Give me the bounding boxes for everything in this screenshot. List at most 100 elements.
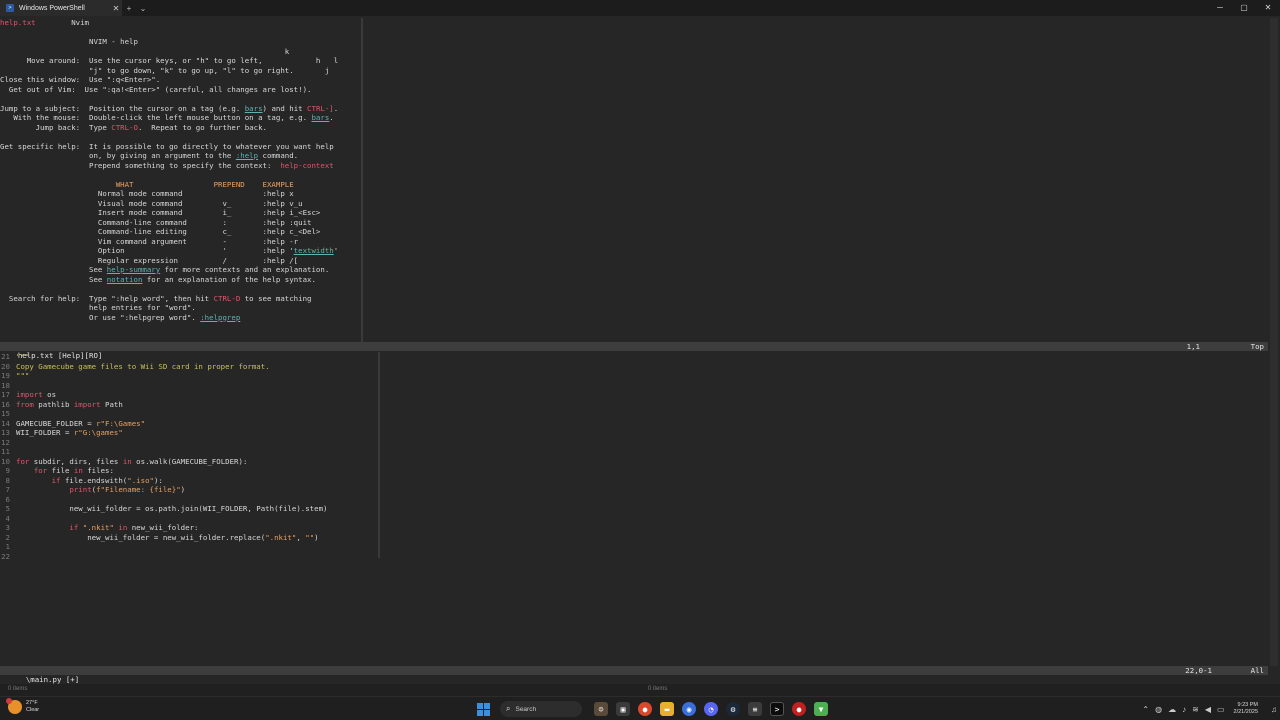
help-line: help.txt Nvim [0, 18, 362, 28]
code-token: in [118, 523, 128, 532]
code-line[interactable]: 13 WII_FOLDER = r"G:\games" [0, 428, 380, 438]
help-text: Jump to a subject: Position the cursor o… [0, 103, 245, 113]
code-line[interactable]: 8 if file.endswith(".iso"): [0, 476, 380, 486]
help-tag-link[interactable]: :helpgrep [200, 313, 240, 322]
code-token: files: [82, 466, 114, 475]
chrome-icon[interactable]: ◉ [682, 702, 696, 716]
battery-icon[interactable]: ▭ [1217, 705, 1225, 714]
code-line[interactable]: 21 """ [0, 352, 380, 362]
code-line[interactable]: 17 import os [0, 390, 380, 400]
weather-widget[interactable]: 27°F Clear [6, 698, 39, 714]
windows-start-icon[interactable] [477, 702, 490, 716]
taskbar-search[interactable]: ⌕ Search [500, 701, 582, 717]
terminal-area[interactable]: help.txt Nvim NVIM - help k Move around:… [0, 16, 1280, 684]
help-text: CTRL-O [111, 122, 138, 132]
help-line: Regular expression / :help /[ [0, 256, 362, 266]
help-tag-link[interactable]: :help [236, 151, 258, 160]
help-statusline: help.txt [Help][RO] 1,1 Top [0, 342, 1268, 360]
code-line[interactable]: 20 Copy Gamecube game files to Wii SD car… [0, 362, 380, 372]
file-explorer-icon[interactable]: ▬ [660, 702, 674, 716]
cloud-icon[interactable]: ☁ [1168, 705, 1176, 714]
minimize-button[interactable]: ─ [1208, 0, 1232, 16]
network-icon[interactable]: ◍ [1155, 705, 1162, 714]
help-text: on, by giving an argument to the [0, 151, 236, 160]
firefox-icon[interactable]: ● [638, 702, 652, 716]
code-line[interactable]: 7 print(f"Filename: {file}") [0, 485, 380, 495]
code-line[interactable]: 15 [0, 409, 380, 419]
code-token: subdir, dirs, files [29, 456, 123, 466]
help-tag-link[interactable]: help-summary [107, 265, 160, 274]
help-tag-link[interactable]: textwidth [294, 246, 334, 255]
help-line: k [0, 47, 362, 57]
steam-icon[interactable]: ⚙ [726, 702, 740, 716]
help-status-scroll: Top [1250, 342, 1264, 351]
help-line: Get out of Vim: Use ":qa!<Enter>" (caref… [0, 85, 362, 95]
code-line[interactable]: 9 for file in files: [0, 466, 380, 476]
recording-app-icon[interactable]: ● [792, 702, 806, 716]
task-view-icon[interactable]: ▣ [616, 702, 630, 716]
code-token: GAMECUBE_FOLDER = [16, 418, 97, 428]
help-status-position: 1,1 [1186, 342, 1200, 351]
code-line[interactable]: 19 """ [0, 371, 380, 381]
code-line[interactable]: 22 [0, 552, 380, 562]
code-token: ): [153, 475, 163, 485]
close-button[interactable]: ✕ [1256, 0, 1280, 16]
code-token: ) [180, 485, 186, 494]
notification-badge [6, 698, 12, 704]
vertical-split-divider[interactable] [361, 18, 363, 342]
help-text: Or use ":helpgrep word". [0, 312, 201, 322]
tab-dropdown-icon[interactable]: ⌄ [136, 4, 150, 13]
terminal-scrollbar[interactable] [1270, 18, 1278, 666]
help-pane[interactable]: help.txt Nvim NVIM - help k Move around:… [0, 18, 362, 342]
shopping-bag-icon[interactable]: ▼ [814, 702, 828, 716]
code-line[interactable]: 12 [0, 438, 380, 448]
help-text: help-context [280, 160, 334, 170]
notification-bell-icon[interactable]: ♫ [1271, 705, 1277, 714]
chevron-up-icon[interactable]: ⌃ [1142, 705, 1149, 714]
code-token: in [73, 466, 83, 475]
line-number: 7 [5, 485, 10, 494]
code-line[interactable]: 16 from pathlib import Path [0, 400, 380, 410]
code-line[interactable]: 1 [0, 542, 380, 552]
code-line[interactable]: 2 new_wii_folder = new_wii_folder.replac… [0, 533, 380, 543]
line-number: 14 [1, 418, 10, 428]
help-line: Jump to a subject: Position the cursor o… [0, 104, 362, 114]
search-icon: ⌕ [506, 704, 511, 713]
code-line[interactable]: 5 new_wii_folder = os.path.join(WII_FOLD… [0, 504, 380, 514]
code-line[interactable]: 4 [0, 514, 380, 524]
microphone-icon[interactable]: ♪ [1182, 705, 1186, 714]
help-text: ' [333, 246, 339, 255]
help-line: With the mouse: Double-click the left mo… [0, 113, 362, 123]
help-line [0, 322, 362, 332]
help-line: Visual mode command v_ :help v_u [0, 199, 362, 209]
help-line: "j" to go down, "k" to go up, "l" to go … [0, 66, 362, 76]
new-tab-button[interactable]: + [122, 4, 136, 13]
vertical-split-divider-bottom[interactable] [378, 352, 380, 558]
code-line[interactable]: 14 GAMECUBE_FOLDER = r"F:\Games" [0, 419, 380, 429]
help-line: Get specific help: It is possible to go … [0, 142, 362, 152]
tab-close-icon[interactable]: ✕ [110, 4, 122, 13]
code-editor-pane[interactable]: 21 """ 20 Copy Gamecube game files to Wii S… [0, 352, 380, 562]
help-tag-link[interactable]: bars [245, 104, 263, 113]
code-line[interactable]: 10 for subdir, dirs, files in os.walk(GAM… [0, 457, 380, 467]
help-line: Move around: Use the cursor keys, or "h"… [0, 56, 362, 66]
maximize-button[interactable]: ▢ [1232, 0, 1256, 16]
help-text: . Repeat to go further back. [137, 122, 267, 132]
code-line[interactable]: 11 [0, 447, 380, 457]
help-tag-link[interactable]: notation [107, 275, 143, 284]
code-line[interactable]: 3 if ".nkit" in new_wii_folder: [0, 523, 380, 533]
help-text: Jump back: Type [0, 122, 112, 132]
line-number: 19 [1, 371, 10, 380]
volume-icon[interactable]: ◀ [1205, 705, 1211, 714]
code-line[interactable]: 6 [0, 495, 380, 505]
discord-icon[interactable]: ◔ [704, 702, 718, 716]
help-tag-link[interactable]: bars [311, 113, 329, 122]
notes-icon[interactable]: ≡ [748, 702, 762, 716]
code-line[interactable]: 18 [0, 381, 380, 391]
tab-windows-powershell[interactable]: > Windows PowerShell ✕ [0, 0, 122, 16]
clock[interactable]: 9:23 PM 2/21/2025 [1234, 702, 1258, 716]
wifi-icon[interactable]: ≋ [1192, 705, 1199, 714]
widgets-icon[interactable]: ☺ [594, 702, 608, 716]
terminal-icon[interactable]: > [770, 702, 784, 716]
